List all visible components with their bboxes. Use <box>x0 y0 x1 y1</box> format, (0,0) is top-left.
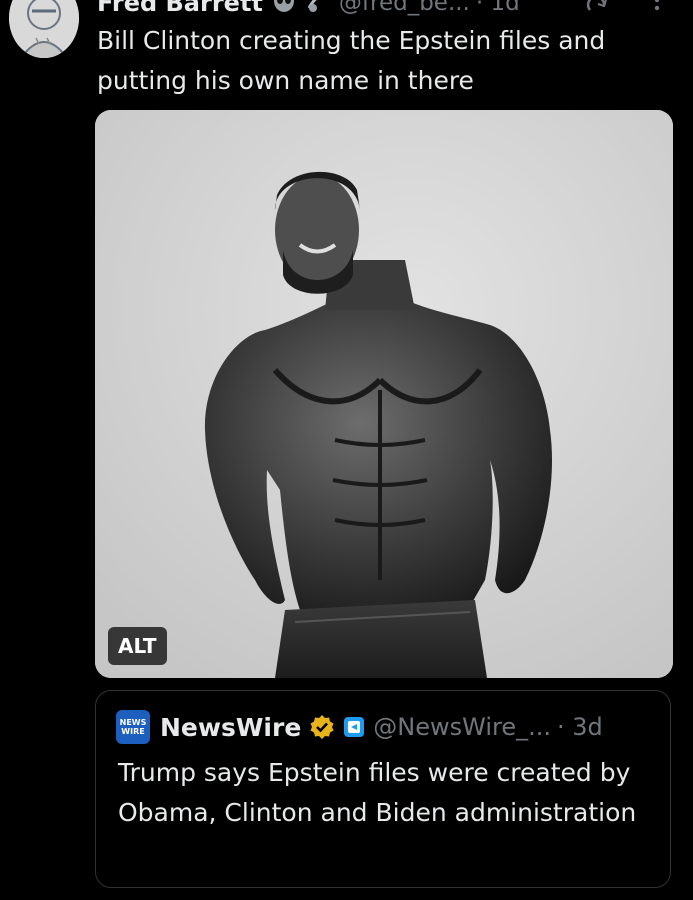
author-name[interactable]: Fred Barrett <box>97 0 263 17</box>
post-time[interactable]: · 1d <box>476 0 520 16</box>
post-text: Bill Clinton creating the Epstein files … <box>97 26 606 95</box>
logo-line-2: WIRE <box>121 727 145 736</box>
satellite-icon <box>305 0 333 18</box>
post-image[interactable]: ALT <box>95 110 673 678</box>
grok-icon[interactable] <box>584 0 610 22</box>
author-handle[interactable]: @fred_be... <box>339 0 470 16</box>
newswire-logo: NEWS WIRE <box>116 710 150 744</box>
more-options-icon[interactable] <box>651 0 663 22</box>
quoted-post-time[interactable]: · 3d <box>557 713 603 741</box>
quoted-post-header: NEWS WIRE NewsWire @NewsWire_... · 3d <box>116 707 603 747</box>
post-header: Fred Barrett @fred_be... · 1d <box>97 0 520 20</box>
alien-icon <box>271 0 297 18</box>
logo-line-1: NEWS <box>119 718 147 727</box>
verified-badge-icon <box>309 714 335 740</box>
quoted-author-handle[interactable]: @NewsWire_... <box>373 713 551 741</box>
quoted-post[interactable]: NEWS WIRE NewsWire @NewsWire_... · 3d Tr… <box>95 690 671 888</box>
author-avatar[interactable] <box>9 0 79 58</box>
quoted-author-name[interactable]: NewsWire <box>160 713 301 742</box>
affiliate-badge-icon <box>343 716 365 738</box>
alt-text-button[interactable]: ALT <box>108 627 167 665</box>
quoted-post-text: Trump says Epstein files were created by… <box>118 758 637 827</box>
